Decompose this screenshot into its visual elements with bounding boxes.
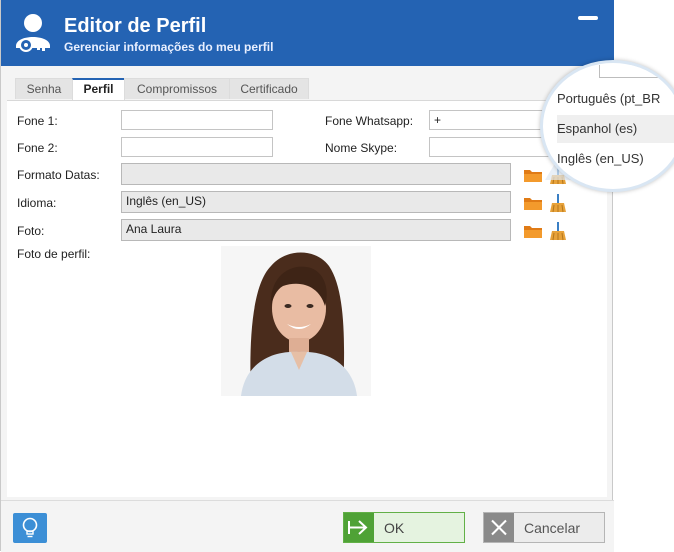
language-option-en-us[interactable]: Inglês (en_US) (557, 145, 674, 173)
idioma-field[interactable]: Inglês (en_US) (121, 191, 511, 213)
foto-perfil-label: Foto de perfil: (17, 247, 91, 261)
foto-label: Foto: (17, 224, 45, 238)
dialog-title: Editor de Perfil (64, 15, 207, 37)
skype-input[interactable] (429, 137, 549, 157)
close-icon (484, 513, 514, 542)
skype-label: Nome Skype: (325, 141, 398, 155)
tab-compromissos[interactable]: Compromissos (124, 78, 230, 99)
cancel-label: Cancelar (524, 520, 581, 536)
fone2-label: Fone 2: (17, 141, 58, 155)
whatsapp-input[interactable] (429, 110, 549, 130)
folder-icon[interactable] (523, 221, 543, 241)
lightbulb-icon (22, 517, 38, 538)
folder-icon[interactable] (523, 165, 543, 185)
foto-field[interactable]: Ana Laura (121, 219, 511, 241)
tab-perfil[interactable]: Perfil (72, 78, 125, 101)
whatsapp-label: Fone Whatsapp: (325, 114, 414, 128)
fone1-input[interactable] (121, 110, 273, 130)
ok-button[interactable]: OK (343, 512, 465, 543)
tab-senha[interactable]: Senha (15, 78, 73, 99)
idioma-label: Idioma: (17, 196, 57, 210)
language-dropdown-magnifier: Português (pt_BR Espanhol (es) Inglês (e… (540, 60, 674, 192)
arrow-right-icon (344, 513, 374, 542)
language-option-es[interactable]: Espanhol (es) (557, 115, 674, 143)
language-option-pt-br[interactable]: Português (pt_BR (557, 85, 674, 113)
fone2-input[interactable] (121, 137, 273, 157)
formato-datas-field[interactable] (121, 163, 511, 185)
dropdown-edge (599, 65, 674, 78)
ok-label: OK (384, 520, 405, 536)
fone1-label: Fone 1: (17, 114, 58, 128)
profile-editor-dialog: Editor de Perfil Gerenciar informações d… (0, 0, 614, 552)
tip-button[interactable] (13, 513, 47, 543)
user-key-icon (16, 14, 50, 52)
dialog-subtitle: Gerenciar informações do meu perfil (64, 40, 274, 54)
dialog-footer: OK Cancelar (1, 500, 614, 552)
dialog-header: Editor de Perfil Gerenciar informações d… (1, 0, 614, 66)
broom-icon[interactable] (548, 221, 568, 241)
profile-photo (221, 246, 371, 396)
cancel-button[interactable]: Cancelar (483, 512, 605, 543)
folder-icon[interactable] (523, 193, 543, 213)
broom-icon[interactable] (548, 193, 568, 213)
formato-datas-label: Formato Datas: (17, 168, 100, 182)
minimize-button[interactable] (578, 16, 598, 20)
tab-certificado[interactable]: Certificado (229, 78, 309, 99)
